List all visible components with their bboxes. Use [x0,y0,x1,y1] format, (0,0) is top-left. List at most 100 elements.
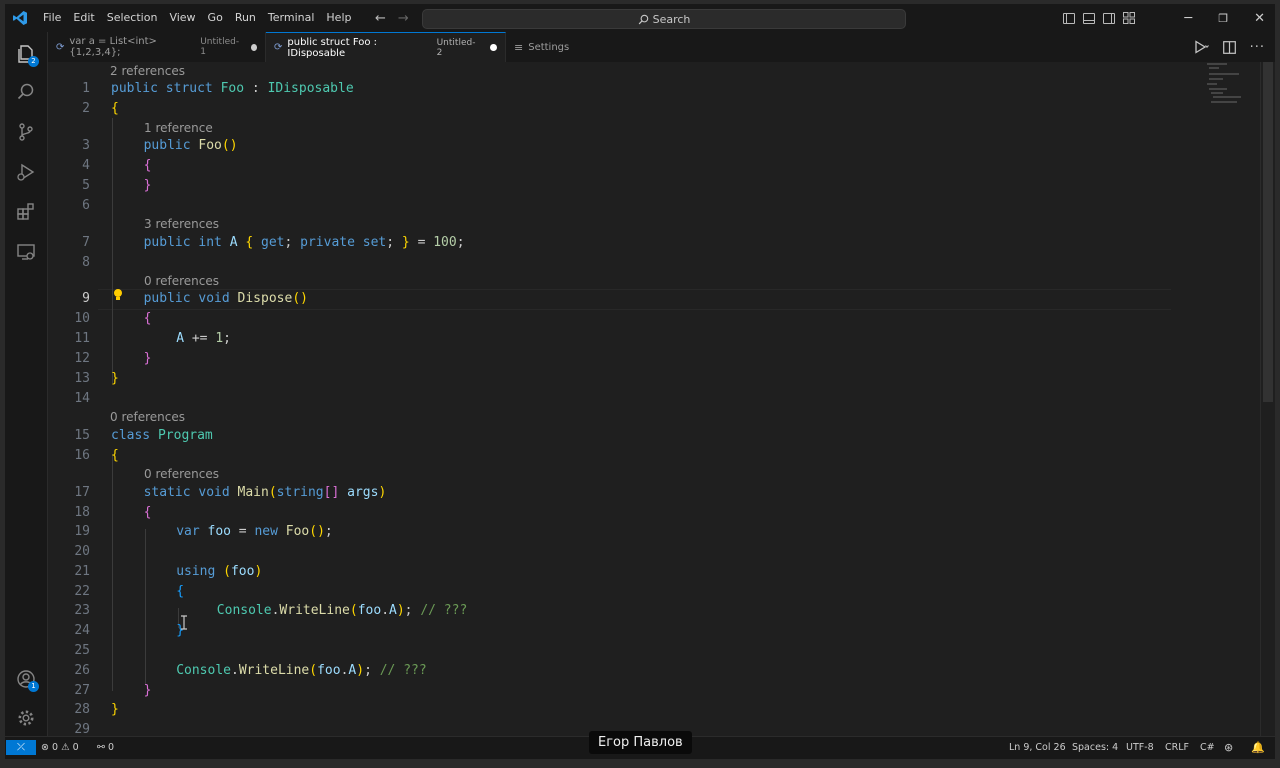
remote-indicator-button[interactable]: ⤫ [6,740,36,755]
line-number-active: 9 [82,291,90,306]
line-number: 17 [74,485,90,500]
settings-file-icon: ≡ [514,40,524,54]
code-line[interactable]: static void Main(string[] args) [144,485,387,500]
line-number: 4 [82,158,90,173]
language-mode[interactable]: C# [1200,737,1215,758]
search-icon [638,14,648,24]
minimize-icon[interactable]: ─ [1184,11,1192,26]
menu-selection[interactable]: Selection [101,4,164,32]
close-icon[interactable]: ✕ [1254,11,1265,26]
toggle-panel-icon[interactable] [1083,12,1095,24]
code-line[interactable]: { [176,584,184,599]
problems-indicator[interactable]: ⊗ 0 ⚠ 0 [41,737,79,758]
command-center-search[interactable]: Search [422,9,906,29]
code-line[interactable]: } [144,683,152,698]
code-line[interactable]: using (foo) [176,564,262,579]
line-number: 27 [74,683,90,698]
cursor-position[interactable]: Ln 9, Col 26 [1009,737,1066,758]
line-ending[interactable]: CRLF [1165,737,1189,758]
forward-arrow-icon[interactable]: → [398,11,409,26]
code-line[interactable]: Console.WriteLine(foo.A); // ??? [176,663,427,678]
customize-layout-icon[interactable] [1123,12,1135,24]
encoding[interactable]: UTF-8 [1126,737,1154,758]
minimap[interactable] [1205,62,1263,122]
unsaved-dot-icon[interactable] [250,43,258,51]
copilot-icon[interactable]: ⊛ [1224,737,1233,758]
code-line[interactable]: public void Dispose() [144,291,308,306]
line-number: 8 [82,255,90,270]
explorer-icon[interactable]: 2 [5,34,47,74]
tab-settings[interactable]: ≡ Settings [506,32,603,62]
menu-terminal[interactable]: Terminal [262,4,321,32]
toggle-secondary-sidebar-icon[interactable] [1103,12,1115,24]
code-line[interactable]: public Foo() [144,138,238,153]
line-number: 22 [74,584,90,599]
code-line[interactable]: A += 1; [176,331,231,346]
codelens-references[interactable]: 2 references [110,64,185,78]
title-bar: File Edit Selection View Go Run Terminal… [5,4,1275,32]
code-line[interactable]: { [144,158,152,173]
line-number: 18 [74,505,90,520]
manage-gear-icon[interactable] [5,698,47,738]
code-line[interactable]: } [144,178,152,193]
indentation[interactable]: Spaces: 4 [1072,737,1118,758]
code-line[interactable]: { [144,505,152,520]
codelens-references[interactable]: 0 references [110,410,185,424]
text-cursor-icon [181,615,187,630]
line-number: 19 [74,524,90,539]
code-line[interactable]: class Program [111,428,213,443]
code-line[interactable]: } [111,702,119,717]
code-line[interactable]: } [144,351,152,366]
code-line[interactable]: { [111,448,119,463]
ports-indicator[interactable]: ⚯ 0 [97,737,114,758]
notifications-bell-icon[interactable]: 🔔 [1251,737,1265,758]
codelens-references[interactable]: 1 reference [144,121,213,135]
line-number: 3 [82,138,90,153]
menu-view[interactable]: View [163,4,201,32]
scrollbar-thumb[interactable] [1263,62,1273,402]
remote-explorer-icon[interactable] [5,232,47,272]
tab-label: Settings [528,41,570,53]
vertical-scrollbar[interactable] [1260,62,1275,736]
run-debug-icon[interactable] [5,152,47,192]
tab-untitled-1[interactable]: ⟳ var a = List<int> {1,2,3,4}; Untitled-… [48,32,266,62]
accounts-icon[interactable]: 1 [5,659,47,699]
line-number: 15 [74,428,90,443]
toggle-primary-sidebar-icon[interactable] [1063,12,1075,24]
code-editor[interactable]: 2 references 1 reference 3 references 0 … [48,62,1275,736]
codelens-references[interactable]: 0 references [144,467,219,481]
line-number: 25 [74,643,90,658]
warning-icon: ⚠ [61,742,70,753]
tab-untitled-2[interactable]: ⟳ public struct Foo : IDisposable Untitl… [266,32,506,62]
code-line[interactable]: } [111,371,119,386]
lightbulb-icon[interactable] [112,288,124,302]
activity-bar: 2 1 [5,32,48,736]
run-code-icon[interactable] [1194,40,1209,54]
back-arrow-icon[interactable]: ← [375,11,386,26]
explorer-badge: 2 [28,56,39,67]
code-line[interactable]: public int A { get; private set; } = 100… [144,235,465,250]
restore-icon[interactable]: ❐ [1218,12,1228,25]
menu-file[interactable]: File [37,4,67,32]
codelens-references[interactable]: 0 references [144,274,219,288]
code-line[interactable]: var foo = new Foo(); [176,524,333,539]
menu-run[interactable]: Run [229,4,262,32]
split-editor-icon[interactable] [1222,40,1236,54]
search-icon[interactable] [5,72,47,112]
codelens-references[interactable]: 3 references [144,217,219,231]
code-line[interactable]: public struct Foo : IDisposable [111,81,354,96]
menu-go[interactable]: Go [202,4,229,32]
extensions-icon[interactable] [5,192,47,232]
menu-edit[interactable]: Edit [67,4,100,32]
code-line[interactable]: { [111,101,119,116]
code-line[interactable]: { [144,311,152,326]
line-number: 6 [82,198,90,213]
code-line[interactable]: Console.WriteLine(foo.A); // ??? [217,603,468,618]
tab-description: Untitled-2 [436,37,476,58]
more-actions-icon[interactable]: ··· [1250,40,1265,55]
menu-help[interactable]: Help [320,4,357,32]
line-number: 12 [74,351,90,366]
source-control-icon[interactable] [5,112,47,152]
line-number: 20 [74,544,90,559]
unsaved-dot-icon[interactable] [490,44,497,51]
